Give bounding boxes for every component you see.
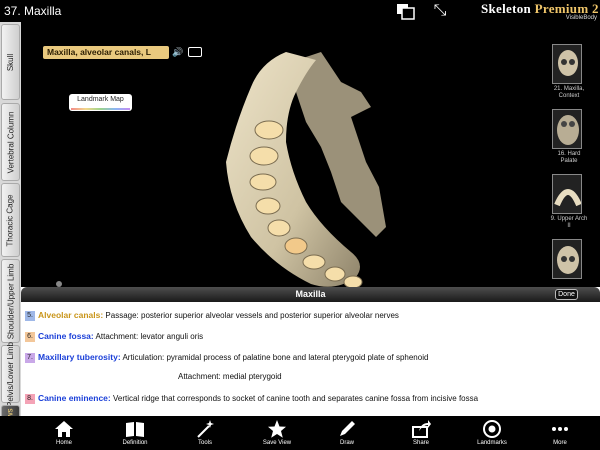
- tab-vertebral-column[interactable]: Vertebral Column: [1, 103, 20, 181]
- bottom-toolbar: Home Definition Tools Save View Draw Sha…: [0, 416, 600, 450]
- layers-icon[interactable]: [396, 3, 416, 20]
- book-icon: [126, 422, 144, 437]
- landmarks-button[interactable]: Landmarks: [467, 416, 517, 450]
- category-tabs: Skull Vertebral Column Thoracic Cage Sho…: [0, 22, 21, 445]
- speaker-icon[interactable]: 🔊: [172, 47, 184, 58]
- saved-view-thumbnail[interactable]: 9. Upper Arch II: [549, 174, 599, 230]
- home-icon: [55, 421, 73, 437]
- list-item: 7. Maxillary tuberosity: Articulation: py…: [25, 352, 428, 363]
- panel-title: Maxilla: [295, 289, 326, 299]
- tab-shoulder-upper-limb[interactable]: Shoulder/Upper Limb: [1, 259, 20, 343]
- item-number: 6.: [25, 331, 35, 342]
- term-link[interactable]: Alveolar canals:: [38, 310, 103, 320]
- view-title: 37. Maxilla: [4, 4, 62, 18]
- structure-label[interactable]: Maxilla, alveolar canals, L: [43, 46, 169, 59]
- definition-text: Attachment: medial pterygoid: [178, 372, 282, 381]
- definition-text: Passage: posterior superior alveolar ves…: [103, 311, 399, 320]
- caption-icon[interactable]: [188, 47, 202, 57]
- list-item: 8. Canine eminence: Vertical ridge that c…: [25, 393, 478, 404]
- skull-thumbnail-icon: [552, 44, 582, 84]
- definition-text: Attachment: levator anguli oris: [93, 332, 204, 341]
- pencil-icon: [340, 421, 355, 436]
- draw-button[interactable]: Draw: [322, 416, 372, 450]
- list-item: Attachment: medial pterygoid: [178, 372, 282, 381]
- definition-text: Articulation: pyramidal process of palat…: [120, 353, 429, 362]
- tab-pelvis-lower-limb[interactable]: Pelvis/Lower Limb: [1, 342, 20, 406]
- item-number: 5.: [25, 310, 35, 321]
- term-link[interactable]: Maxillary tuberosity:: [38, 352, 121, 362]
- definition-button[interactable]: Definition: [110, 416, 160, 450]
- tab-thoracic-cage[interactable]: Thoracic Cage: [1, 183, 20, 257]
- item-number: 7.: [25, 352, 35, 363]
- saved-view-thumbnail[interactable]: 21. Maxilla, Context: [549, 44, 599, 100]
- wand-icon: [197, 420, 214, 438]
- definition-panel: Maxilla Done 5. Alveolar canals: Passage:…: [21, 287, 600, 416]
- term-link[interactable]: Canine eminence:: [38, 393, 111, 403]
- maxilla-model[interactable]: [201, 52, 461, 287]
- brand-logo: Skeleton Premium 2 VisibleBody: [481, 1, 599, 21]
- item-number: 8.: [25, 393, 35, 404]
- definition-text: Vertical ridge that corresponds to socke…: [110, 394, 479, 403]
- target-icon: [483, 420, 501, 438]
- upper-arch-thumbnail-icon: [552, 174, 582, 214]
- list-item: 6. Canine fossa: Attachment: levator angu…: [25, 331, 203, 342]
- figure-icon[interactable]: [51, 280, 67, 287]
- expand-arrows-icon[interactable]: ⤡: [430, 2, 450, 20]
- tab-skull[interactable]: Skull: [1, 24, 20, 100]
- done-button[interactable]: Done: [555, 289, 578, 300]
- term-link[interactable]: Canine fossa:: [38, 331, 94, 341]
- list-item: 5. Alveolar canals: Passage: posterior su…: [25, 310, 399, 321]
- save-view-button[interactable]: Save View: [252, 416, 302, 450]
- more-dots-icon: [552, 427, 568, 431]
- share-button[interactable]: Share: [396, 416, 446, 450]
- share-icon: [412, 420, 431, 438]
- saved-view-thumbnail[interactable]: [549, 239, 599, 281]
- palate-thumbnail-icon: [552, 109, 582, 149]
- model-viewport[interactable]: Maxilla, alveolar canals, L 🔊 Landmark M…: [21, 22, 600, 287]
- star-icon: [268, 420, 286, 438]
- top-bar: 37. Maxilla ⤡ Skeleton Premium 2 Visible…: [0, 0, 600, 22]
- more-button[interactable]: More: [535, 416, 585, 450]
- home-button[interactable]: Home: [39, 416, 89, 450]
- saved-view-thumbnail[interactable]: 16. Hard Palate: [549, 109, 599, 165]
- skull-thumbnail-icon: [552, 239, 582, 279]
- tools-button[interactable]: Tools: [180, 416, 230, 450]
- panel-header: Maxilla Done: [21, 287, 600, 302]
- landmark-map-button[interactable]: Landmark Map: [69, 94, 132, 111]
